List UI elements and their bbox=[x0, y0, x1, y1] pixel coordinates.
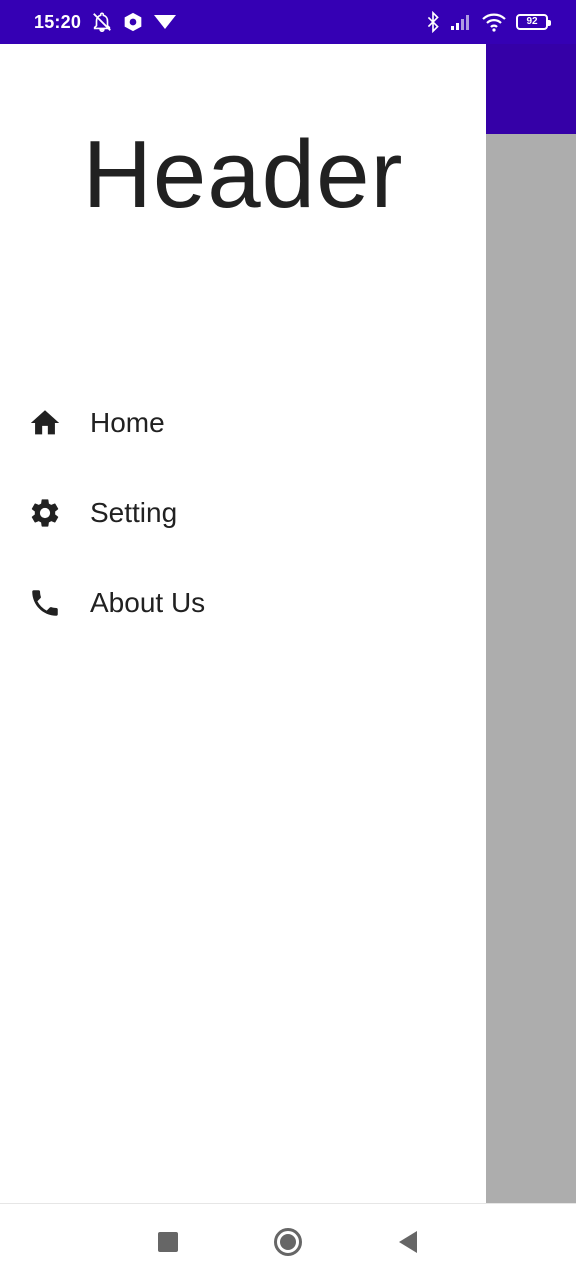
system-nav-bar bbox=[0, 1203, 576, 1280]
status-right: 92 bbox=[426, 11, 551, 33]
square-icon bbox=[158, 1232, 178, 1252]
home-icon bbox=[28, 406, 62, 440]
drawer-scrim[interactable] bbox=[486, 134, 576, 1203]
navigation-drawer: Header Home Setting About Us bbox=[0, 44, 486, 1203]
app-toolbar bbox=[486, 44, 576, 134]
menu-item-label: Setting bbox=[90, 497, 178, 528]
drawer-menu: Home Setting About Us bbox=[0, 378, 486, 648]
back-triangle-icon bbox=[399, 1231, 417, 1253]
circle-icon bbox=[274, 1228, 302, 1256]
menu-item-about-us[interactable]: About Us bbox=[0, 558, 486, 648]
menu-item-label: Home bbox=[90, 407, 165, 438]
bluetooth-icon bbox=[426, 11, 440, 33]
status-time: 15:20 bbox=[34, 11, 82, 32]
recent-apps-button[interactable] bbox=[151, 1225, 185, 1259]
status-left: 15:20 bbox=[34, 11, 177, 33]
battery-level: 92 bbox=[526, 16, 538, 27]
battery-icon: 92 bbox=[516, 14, 551, 30]
menu-item-home[interactable]: Home bbox=[0, 378, 486, 468]
drawer-header: Header bbox=[0, 44, 486, 344]
menu-item-label: About Us bbox=[90, 587, 206, 618]
phone-icon bbox=[28, 586, 62, 620]
app-notification-icon bbox=[123, 12, 143, 32]
home-button[interactable] bbox=[271, 1225, 305, 1259]
wifi-icon bbox=[482, 12, 506, 32]
back-button[interactable] bbox=[391, 1225, 425, 1259]
bell-off-icon bbox=[91, 11, 113, 33]
status-bar: 15:20 92 bbox=[0, 0, 576, 44]
menu-item-setting[interactable]: Setting bbox=[0, 468, 486, 558]
dropdown-triangle-icon bbox=[153, 13, 177, 31]
drawer-header-title: Header bbox=[82, 121, 404, 228]
gear-icon bbox=[28, 496, 62, 530]
signal-icon bbox=[450, 13, 472, 31]
screen: 15:20 92 Header Home Setting About Us bbox=[0, 0, 576, 1280]
